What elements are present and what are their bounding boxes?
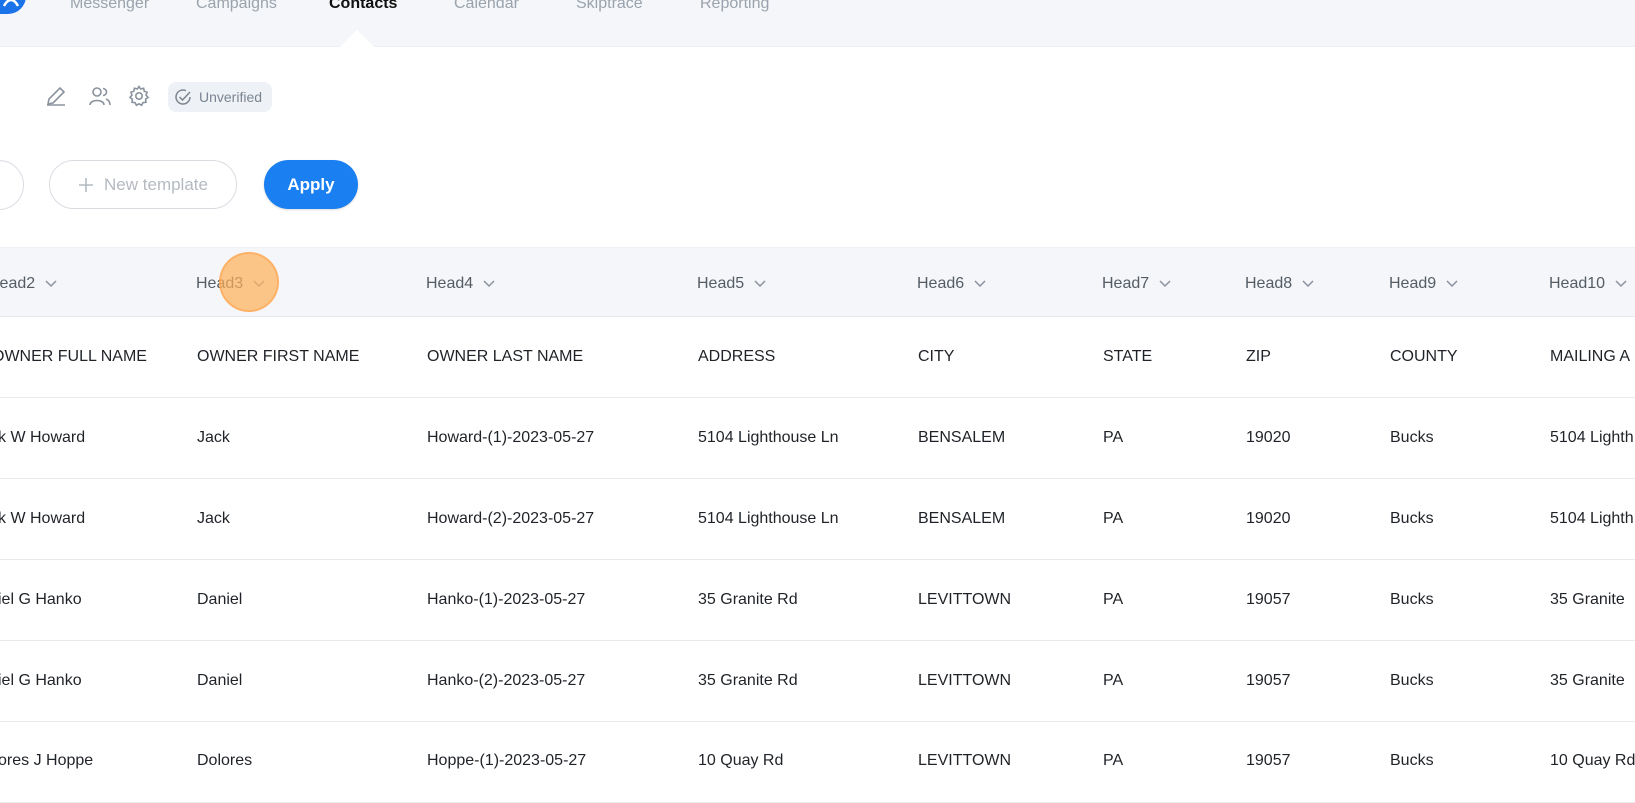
head-dropdown-8[interactable]: Head8: [1245, 275, 1314, 293]
table-row: iel G Hanko Daniel Hanko-(1)-2023-05-27 …: [0, 559, 1635, 641]
table-cell: 5104 Lighth: [1550, 429, 1634, 446]
chevron-down-icon: [45, 275, 57, 293]
apply-button[interactable]: Apply: [264, 160, 358, 209]
table-cell: Hanko-(1)-2023-05-27: [427, 591, 586, 608]
table-cell: 5104 Lighth: [1550, 510, 1634, 527]
chevron-down-icon: [1159, 275, 1171, 293]
table-cell: PA: [1103, 752, 1124, 769]
gear-icon[interactable]: [127, 84, 151, 108]
head-dropdown-5[interactable]: Head5: [697, 275, 766, 293]
chevron-down-icon: [754, 275, 766, 293]
table-row: k W Howard Jack Howard-(1)-2023-05-27 51…: [0, 397, 1635, 479]
table-cell: BENSALEM: [918, 429, 1006, 446]
verification-status-badge[interactable]: Unverified: [168, 82, 273, 112]
table-cell: BENSALEM: [918, 510, 1006, 527]
table-cell: 35 Granite Rd: [698, 591, 798, 608]
table-cell: 5104 Lighthouse Ln: [698, 429, 839, 446]
nav-campaigns[interactable]: Campaigns: [196, 0, 277, 13]
click-indicator: [219, 252, 279, 312]
column-title: COUNTY: [1390, 348, 1458, 365]
table-cell: 10 Quay Rd: [1550, 752, 1635, 769]
table-cell: 35 Granite: [1550, 672, 1625, 689]
table-cell: Bucks: [1390, 752, 1434, 769]
top-nav: Messenger Campaigns Contacts Calendar Sk…: [0, 0, 1635, 47]
column-title: ZIP: [1246, 348, 1271, 365]
template-select[interactable]: [0, 160, 24, 210]
table-cell: ores J Hoppe: [0, 752, 94, 769]
column-title: OWNER FIRST NAME: [197, 348, 360, 365]
app-logo[interactable]: [0, 0, 26, 14]
table-row: iel G Hanko Daniel Hanko-(2)-2023-05-27 …: [0, 640, 1635, 722]
nav-reporting[interactable]: Reporting: [700, 0, 769, 13]
plus-icon: [79, 177, 94, 192]
nav-skiptrace[interactable]: Skiptrace: [576, 0, 643, 13]
column-title: ADDRESS: [698, 348, 776, 365]
table-cell: Bucks: [1390, 429, 1434, 446]
check-circle-icon: [175, 89, 191, 105]
table-cell: 19057: [1246, 591, 1291, 608]
head-dropdown-10[interactable]: Head10: [1549, 275, 1627, 293]
table-cell: Daniel: [197, 672, 243, 689]
table-cell: 10 Quay Rd: [698, 752, 784, 769]
users-icon[interactable]: [88, 84, 112, 108]
head-dropdown-2[interactable]: Head2: [0, 275, 57, 293]
table-cell: Hoppe-(1)-2023-05-27: [427, 752, 587, 769]
chevron-down-icon: [483, 275, 495, 293]
table-cell: iel G Hanko: [0, 672, 82, 689]
new-template-label: New template: [104, 174, 208, 194]
table-cell: 5104 Lighthouse Ln: [698, 510, 839, 527]
table-cell: 35 Granite Rd: [698, 672, 798, 689]
table-cell: Hanko-(2)-2023-05-27: [427, 672, 586, 689]
table-cell: Dolores: [197, 752, 253, 769]
table-cell: Bucks: [1390, 591, 1434, 608]
column-title: CITY: [918, 348, 955, 365]
head-dropdown-7[interactable]: Head7: [1102, 275, 1171, 293]
table-cell: LEVITTOWN: [918, 591, 1012, 608]
column-title: MAILING A: [1550, 348, 1631, 365]
nav-messenger[interactable]: Messenger: [70, 0, 149, 13]
table-cell: 19057: [1246, 752, 1291, 769]
table-cell: Bucks: [1390, 672, 1434, 689]
edit-icon[interactable]: [44, 84, 68, 108]
column-title: OWNER LAST NAME: [427, 348, 584, 365]
chevron-down-icon: [1446, 275, 1458, 293]
chevron-down-icon: [974, 275, 986, 293]
table-row: ores J Hoppe Dolores Hoppe-(1)-2023-05-2…: [0, 721, 1635, 803]
active-tab-indicator: [340, 30, 374, 47]
table-row: k W Howard Jack Howard-(2)-2023-05-27 51…: [0, 478, 1635, 560]
table-cell: LEVITTOWN: [918, 752, 1012, 769]
column-title: OWNER FULL NAME: [0, 348, 147, 365]
column-title: STATE: [1103, 348, 1153, 365]
table-cell: Jack: [197, 510, 230, 527]
table-cell: k W Howard: [0, 510, 86, 527]
table-cell: 19020: [1246, 429, 1291, 446]
chevron-down-icon: [1302, 275, 1314, 293]
table-cell: Jack: [197, 429, 230, 446]
table-cell: Howard-(2)-2023-05-27: [427, 510, 595, 527]
table-cell: Daniel: [197, 591, 243, 608]
logo-icon: [2, 0, 20, 7]
table-cell: PA: [1103, 429, 1124, 446]
table-cell: 19020: [1246, 510, 1291, 527]
head-dropdown-4[interactable]: Head4: [426, 275, 495, 293]
table-cell: PA: [1103, 591, 1124, 608]
head-dropdown-6[interactable]: Head6: [917, 275, 986, 293]
table-cell: 35 Granite: [1550, 591, 1625, 608]
nav-contacts[interactable]: Contacts: [329, 0, 397, 13]
table-cell: k W Howard: [0, 429, 86, 446]
head-dropdown-9[interactable]: Head9: [1389, 275, 1458, 293]
chevron-down-icon: [1615, 275, 1627, 293]
nav-calendar[interactable]: Calendar: [454, 0, 519, 13]
new-template-button[interactable]: New template: [49, 160, 237, 209]
table-cell: 19057: [1246, 672, 1291, 689]
table-cell: Bucks: [1390, 510, 1434, 527]
column-title-row: OWNER FULL NAME OWNER FIRST NAME OWNER L…: [0, 316, 1635, 398]
table-cell: iel G Hanko: [0, 591, 82, 608]
table-cell: Howard-(1)-2023-05-27: [427, 429, 595, 446]
status-badge-label: Unverified: [199, 89, 263, 105]
table-cell: PA: [1103, 672, 1124, 689]
table-cell: PA: [1103, 510, 1124, 527]
table-cell: LEVITTOWN: [918, 672, 1012, 689]
